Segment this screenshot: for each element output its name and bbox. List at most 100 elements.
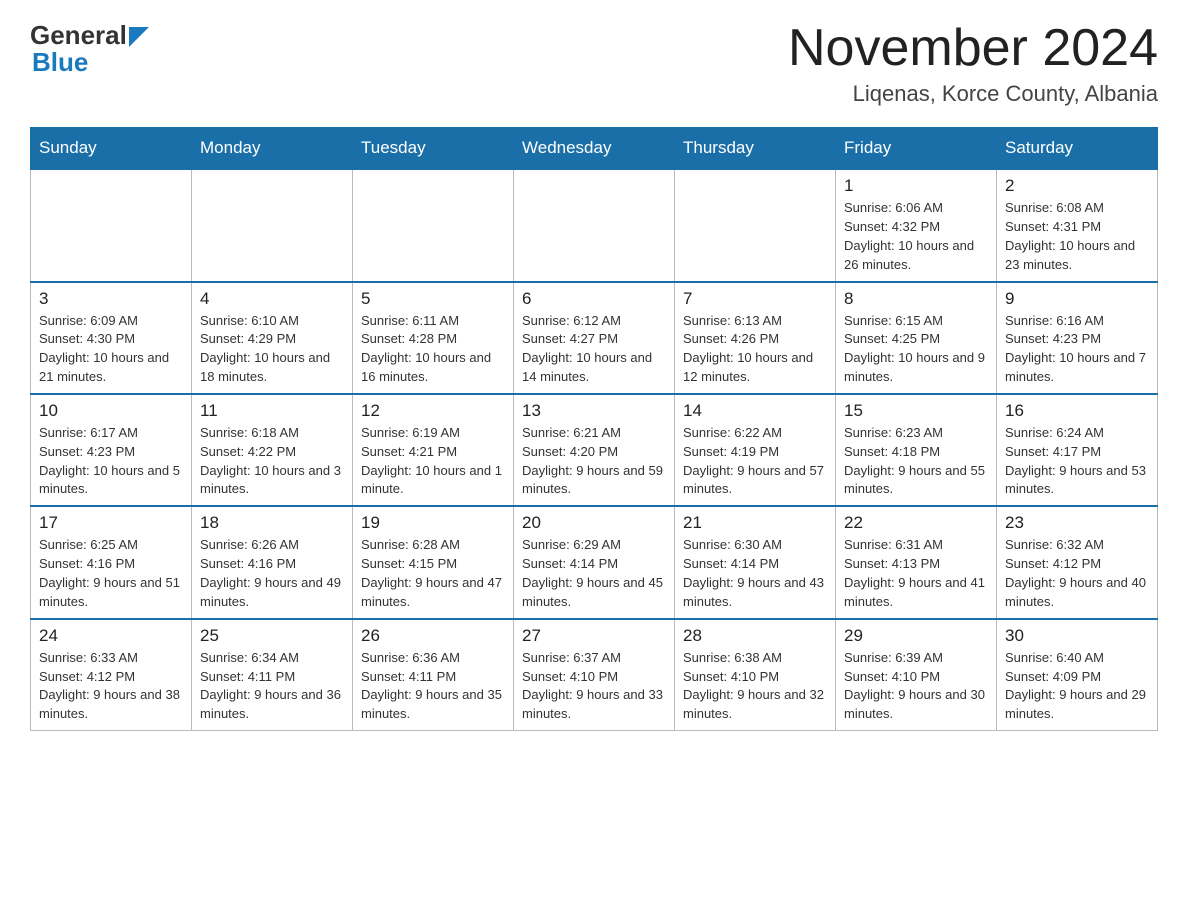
day-cell-4-1: 25 Sunrise: 6:34 AM Sunset: 4:11 PM Dayli…	[192, 619, 353, 731]
week-row-3: 10 Sunrise: 6:17 AM Sunset: 4:23 PM Dayli…	[31, 394, 1158, 506]
day-cell-1-3: 6 Sunrise: 6:12 AM Sunset: 4:27 PM Daylig…	[514, 282, 675, 394]
day-number-2: 2	[1005, 176, 1149, 196]
day-number-9: 9	[1005, 289, 1149, 309]
header-sunday: Sunday	[31, 128, 192, 170]
day-cell-2-0: 10 Sunrise: 6:17 AM Sunset: 4:23 PM Dayli…	[31, 394, 192, 506]
logo-arrow-icon	[129, 27, 149, 47]
title-block: November 2024 Liqenas, Korce County, Alb…	[788, 20, 1158, 107]
location-text: Liqenas, Korce County, Albania	[788, 81, 1158, 107]
day-info-27: Sunrise: 6:37 AM Sunset: 4:10 PM Dayligh…	[522, 649, 666, 724]
day-info-24: Sunrise: 6:33 AM Sunset: 4:12 PM Dayligh…	[39, 649, 183, 724]
day-cell-3-6: 23 Sunrise: 6:32 AM Sunset: 4:12 PM Dayli…	[997, 506, 1158, 618]
day-number-27: 27	[522, 626, 666, 646]
day-cell-3-2: 19Sunrise: 6:28 AM Sunset: 4:15 PM Dayli…	[353, 506, 514, 618]
day-number-13: 13	[522, 401, 666, 421]
month-title: November 2024	[788, 20, 1158, 77]
day-cell-4-2: 26 Sunrise: 6:36 AM Sunset: 4:11 PM Dayli…	[353, 619, 514, 731]
day-number-7: 7	[683, 289, 827, 309]
day-number-12: 12	[361, 401, 505, 421]
header-monday: Monday	[192, 128, 353, 170]
calendar-header-row: SundayMondayTuesdayWednesdayThursdayFrid…	[31, 128, 1158, 170]
day-cell-1-4: 7 Sunrise: 6:13 AM Sunset: 4:26 PM Daylig…	[675, 282, 836, 394]
day-number-28: 28	[683, 626, 827, 646]
day-cell-0-6: 2 Sunrise: 6:08 AM Sunset: 4:31 PM Daylig…	[997, 169, 1158, 281]
day-info-13: Sunrise: 6:21 AM Sunset: 4:20 PM Dayligh…	[522, 424, 666, 499]
day-info-29: Sunrise: 6:39 AM Sunset: 4:10 PM Dayligh…	[844, 649, 988, 724]
day-cell-3-3: 20Sunrise: 6:29 AM Sunset: 4:14 PM Dayli…	[514, 506, 675, 618]
day-info-22: Sunrise: 6:31 AM Sunset: 4:13 PM Dayligh…	[844, 536, 988, 611]
day-info-23: Sunrise: 6:32 AM Sunset: 4:12 PM Dayligh…	[1005, 536, 1149, 611]
day-info-26: Sunrise: 6:36 AM Sunset: 4:11 PM Dayligh…	[361, 649, 505, 724]
day-cell-0-0	[31, 169, 192, 281]
day-info-21: Sunrise: 6:30 AM Sunset: 4:14 PM Dayligh…	[683, 536, 827, 611]
day-number-24: 24	[39, 626, 183, 646]
logo-blue-text: Blue	[32, 47, 149, 78]
day-number-8: 8	[844, 289, 988, 309]
day-cell-3-0: 17 Sunrise: 6:25 AM Sunset: 4:16 PM Dayli…	[31, 506, 192, 618]
day-info-15: Sunrise: 6:23 AM Sunset: 4:18 PM Dayligh…	[844, 424, 988, 499]
day-info-10: Sunrise: 6:17 AM Sunset: 4:23 PM Dayligh…	[39, 424, 183, 499]
day-number-18: 18	[200, 513, 344, 533]
calendar-table: SundayMondayTuesdayWednesdayThursdayFrid…	[30, 127, 1158, 731]
day-number-23: 23	[1005, 513, 1149, 533]
day-info-2: Sunrise: 6:08 AM Sunset: 4:31 PM Dayligh…	[1005, 199, 1149, 274]
header-thursday: Thursday	[675, 128, 836, 170]
day-info-19: Sunrise: 6:28 AM Sunset: 4:15 PM Dayligh…	[361, 536, 505, 611]
page-header: General Blue November 2024 Liqenas, Korc…	[30, 20, 1158, 107]
day-cell-2-4: 14Sunrise: 6:22 AM Sunset: 4:19 PM Dayli…	[675, 394, 836, 506]
logo: General Blue	[30, 20, 149, 78]
header-tuesday: Tuesday	[353, 128, 514, 170]
day-info-3: Sunrise: 6:09 AM Sunset: 4:30 PM Dayligh…	[39, 312, 183, 387]
day-number-29: 29	[844, 626, 988, 646]
day-info-4: Sunrise: 6:10 AM Sunset: 4:29 PM Dayligh…	[200, 312, 344, 387]
day-number-20: 20	[522, 513, 666, 533]
week-row-2: 3 Sunrise: 6:09 AM Sunset: 4:30 PM Daylig…	[31, 282, 1158, 394]
day-number-17: 17	[39, 513, 183, 533]
day-info-1: Sunrise: 6:06 AM Sunset: 4:32 PM Dayligh…	[844, 199, 988, 274]
day-info-18: Sunrise: 6:26 AM Sunset: 4:16 PM Dayligh…	[200, 536, 344, 611]
day-cell-2-2: 12 Sunrise: 6:19 AM Sunset: 4:21 PM Dayli…	[353, 394, 514, 506]
day-info-17: Sunrise: 6:25 AM Sunset: 4:16 PM Dayligh…	[39, 536, 183, 611]
day-info-11: Sunrise: 6:18 AM Sunset: 4:22 PM Dayligh…	[200, 424, 344, 499]
day-cell-4-0: 24 Sunrise: 6:33 AM Sunset: 4:12 PM Dayli…	[31, 619, 192, 731]
day-number-22: 22	[844, 513, 988, 533]
day-number-10: 10	[39, 401, 183, 421]
week-row-5: 24 Sunrise: 6:33 AM Sunset: 4:12 PM Dayli…	[31, 619, 1158, 731]
day-cell-4-5: 29 Sunrise: 6:39 AM Sunset: 4:10 PM Dayli…	[836, 619, 997, 731]
day-info-5: Sunrise: 6:11 AM Sunset: 4:28 PM Dayligh…	[361, 312, 505, 387]
day-info-16: Sunrise: 6:24 AM Sunset: 4:17 PM Dayligh…	[1005, 424, 1149, 499]
day-number-3: 3	[39, 289, 183, 309]
day-number-16: 16	[1005, 401, 1149, 421]
header-saturday: Saturday	[997, 128, 1158, 170]
day-info-7: Sunrise: 6:13 AM Sunset: 4:26 PM Dayligh…	[683, 312, 827, 387]
day-number-11: 11	[200, 401, 344, 421]
day-info-12: Sunrise: 6:19 AM Sunset: 4:21 PM Dayligh…	[361, 424, 505, 499]
day-cell-1-2: 5 Sunrise: 6:11 AM Sunset: 4:28 PM Daylig…	[353, 282, 514, 394]
day-number-25: 25	[200, 626, 344, 646]
day-cell-3-1: 18 Sunrise: 6:26 AM Sunset: 4:16 PM Dayli…	[192, 506, 353, 618]
day-cell-4-6: 30Sunrise: 6:40 AM Sunset: 4:09 PM Dayli…	[997, 619, 1158, 731]
day-number-5: 5	[361, 289, 505, 309]
day-cell-1-1: 4Sunrise: 6:10 AM Sunset: 4:29 PM Daylig…	[192, 282, 353, 394]
day-cell-3-4: 21Sunrise: 6:30 AM Sunset: 4:14 PM Dayli…	[675, 506, 836, 618]
day-cell-0-2	[353, 169, 514, 281]
day-cell-4-3: 27 Sunrise: 6:37 AM Sunset: 4:10 PM Dayli…	[514, 619, 675, 731]
day-cell-0-5: 1Sunrise: 6:06 AM Sunset: 4:32 PM Daylig…	[836, 169, 997, 281]
day-cell-2-5: 15 Sunrise: 6:23 AM Sunset: 4:18 PM Dayli…	[836, 394, 997, 506]
day-info-6: Sunrise: 6:12 AM Sunset: 4:27 PM Dayligh…	[522, 312, 666, 387]
day-cell-1-6: 9Sunrise: 6:16 AM Sunset: 4:23 PM Daylig…	[997, 282, 1158, 394]
day-number-14: 14	[683, 401, 827, 421]
day-info-28: Sunrise: 6:38 AM Sunset: 4:10 PM Dayligh…	[683, 649, 827, 724]
day-cell-0-1	[192, 169, 353, 281]
day-info-25: Sunrise: 6:34 AM Sunset: 4:11 PM Dayligh…	[200, 649, 344, 724]
day-cell-2-1: 11 Sunrise: 6:18 AM Sunset: 4:22 PM Dayli…	[192, 394, 353, 506]
day-info-30: Sunrise: 6:40 AM Sunset: 4:09 PM Dayligh…	[1005, 649, 1149, 724]
day-cell-0-3	[514, 169, 675, 281]
day-number-15: 15	[844, 401, 988, 421]
week-row-1: 1Sunrise: 6:06 AM Sunset: 4:32 PM Daylig…	[31, 169, 1158, 281]
day-cell-0-4	[675, 169, 836, 281]
day-number-6: 6	[522, 289, 666, 309]
header-wednesday: Wednesday	[514, 128, 675, 170]
day-cell-4-4: 28 Sunrise: 6:38 AM Sunset: 4:10 PM Dayli…	[675, 619, 836, 731]
day-number-26: 26	[361, 626, 505, 646]
